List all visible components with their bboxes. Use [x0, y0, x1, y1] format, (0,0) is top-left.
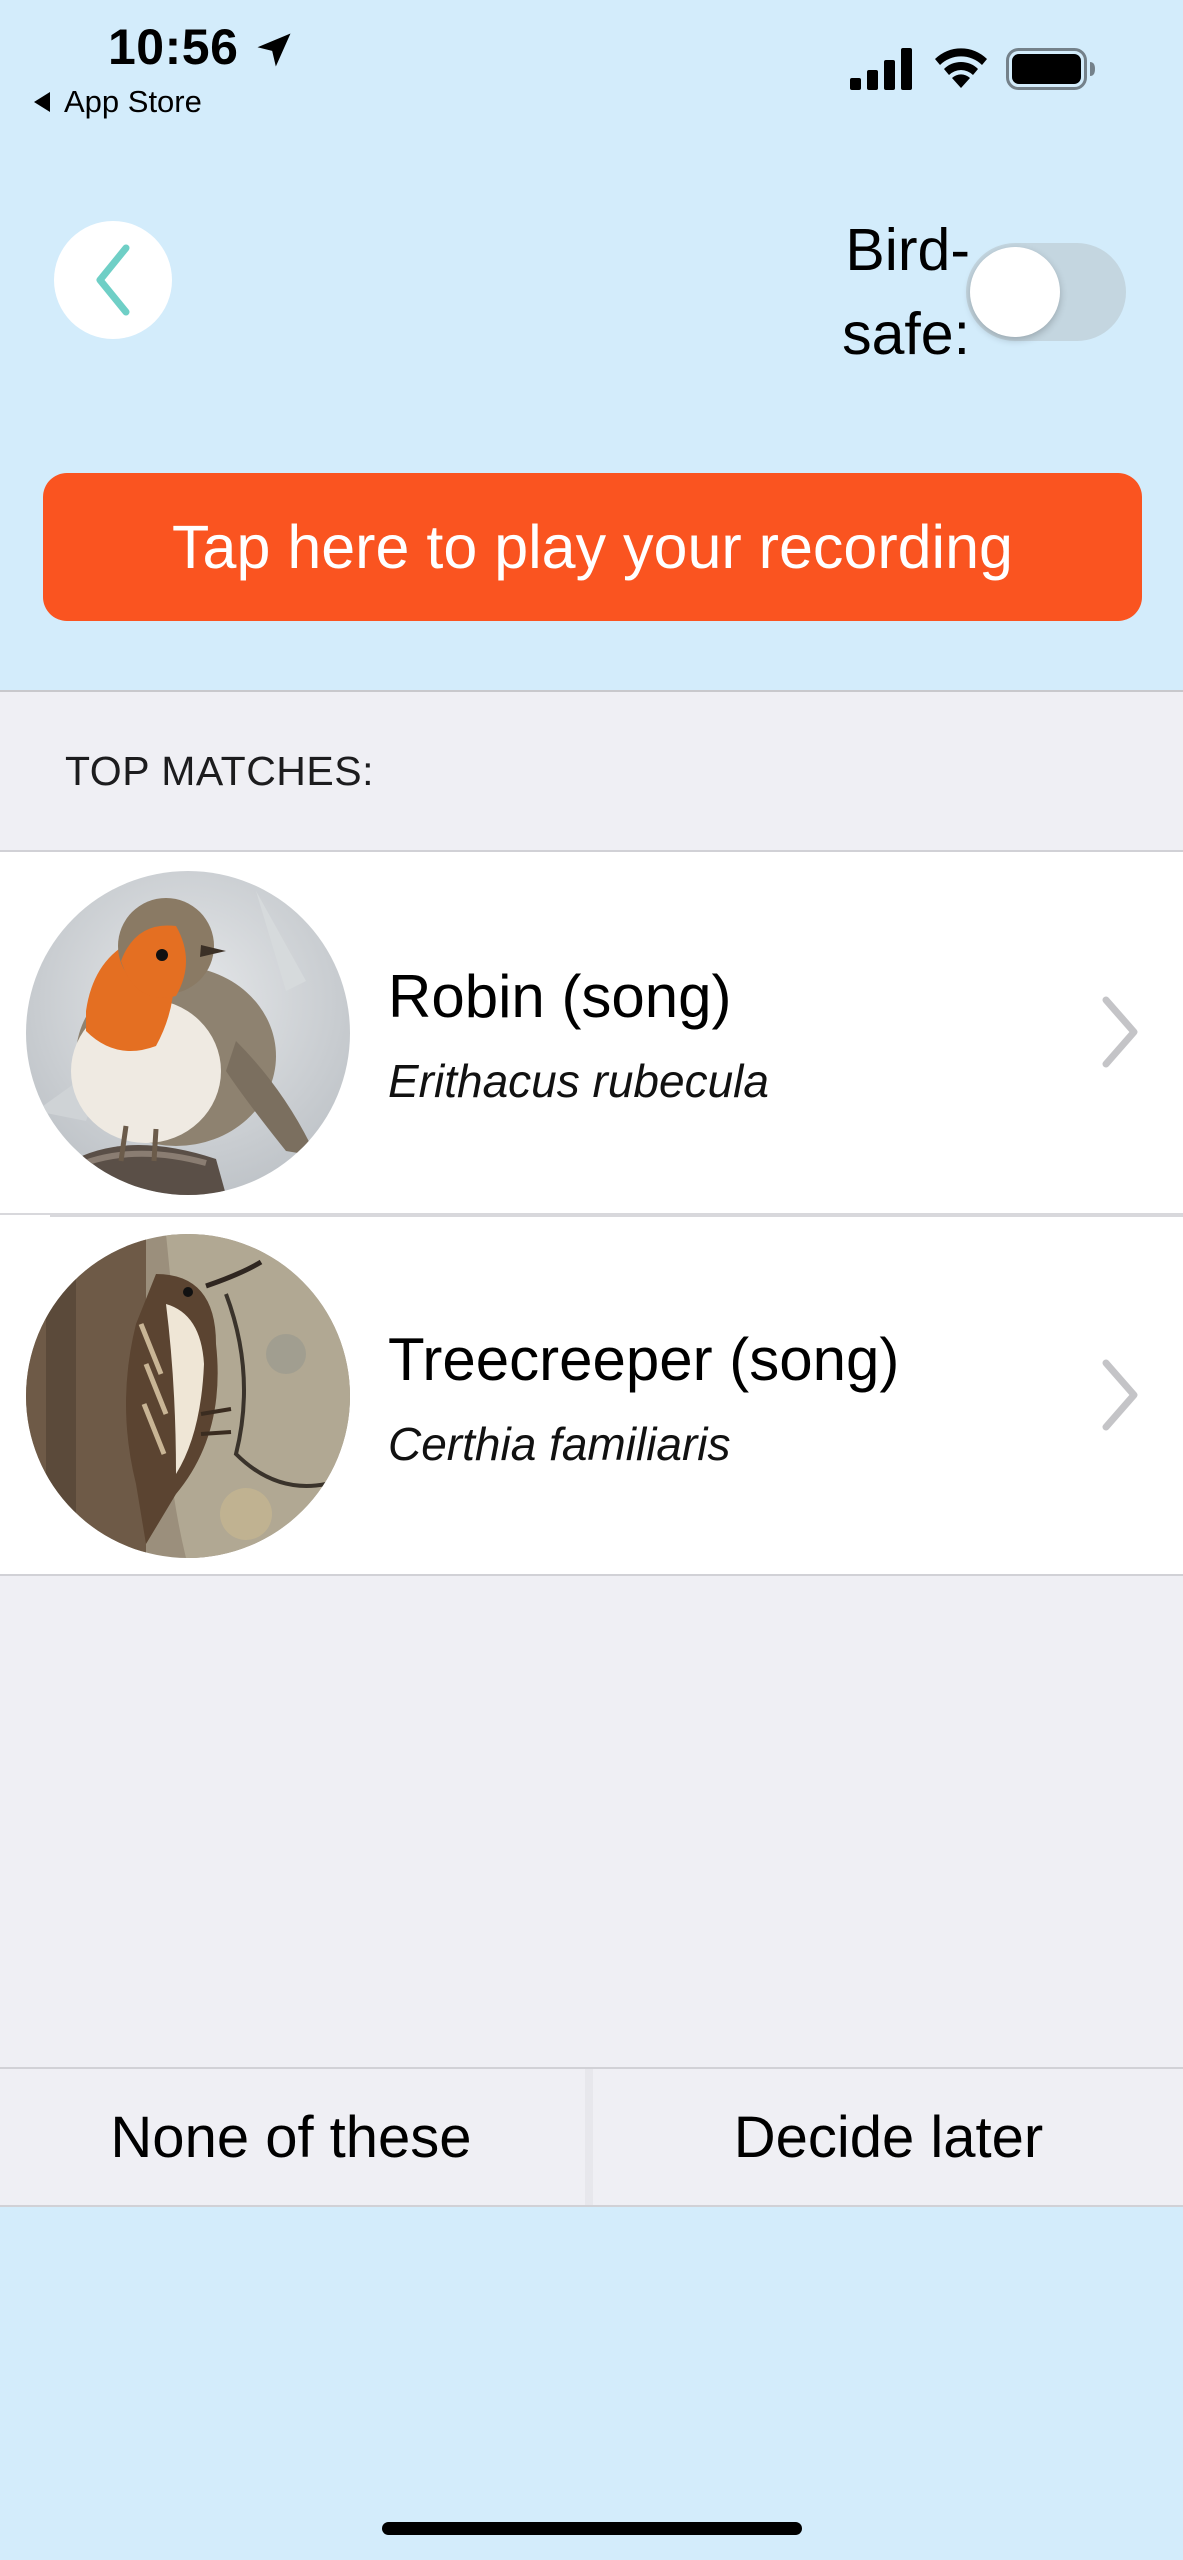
decide-later-button[interactable]: Decide later — [594, 2069, 1183, 2205]
match-name: Robin (song) — [388, 963, 732, 1030]
chevron-left-icon — [96, 244, 130, 316]
home-indicator[interactable] — [382, 2522, 802, 2535]
robin-photo — [26, 871, 350, 1195]
wifi-icon — [935, 48, 987, 88]
birdsafe-label: Bird- safe: — [790, 208, 970, 376]
chevron-right-icon — [1102, 1359, 1138, 1431]
match-latin-name: Certhia familiaris — [388, 1418, 731, 1470]
match-name: Treecreeper (song) — [388, 1326, 900, 1393]
back-button[interactable] — [54, 221, 172, 339]
birdsafe-label-line2: safe: — [842, 301, 970, 367]
section-header: TOP MATCHES: — [65, 748, 374, 794]
row-divider — [50, 1215, 1183, 1217]
toggle-knob — [970, 247, 1060, 337]
cellular-signal-icon — [850, 48, 912, 90]
back-app-label: App Store — [64, 84, 202, 119]
match-row-treecreeper[interactable]: Treecreeper (song) Certhia familiaris — [0, 1213, 1183, 1574]
treecreeper-photo — [26, 1234, 350, 1558]
battery-icon — [1006, 48, 1095, 90]
location-arrow-icon — [257, 33, 291, 67]
birdsafe-toggle[interactable] — [966, 243, 1126, 341]
app-screen: 10:56 App Store Bird- safe: Tap here to … — [0, 0, 1183, 2560]
button-divider — [585, 2069, 593, 2205]
matches-list: Robin (song) Erithacus rubecula Treecree… — [0, 850, 1183, 1576]
match-latin-name: Erithacus rubecula — [388, 1055, 769, 1107]
chevron-right-icon — [1102, 996, 1138, 1068]
play-recording-button[interactable]: Tap here to play your recording — [43, 473, 1142, 621]
birdsafe-label-line1: Bird- — [845, 217, 970, 283]
none-of-these-button[interactable]: None of these — [0, 2069, 582, 2205]
match-row-robin[interactable]: Robin (song) Erithacus rubecula — [0, 852, 1183, 1213]
bottom-action-bar: None of these Decide later — [0, 2067, 1183, 2207]
back-to-app-store[interactable]: App Store — [34, 84, 202, 120]
status-time: 10:56 — [108, 19, 239, 75]
back-triangle-icon — [34, 92, 50, 112]
